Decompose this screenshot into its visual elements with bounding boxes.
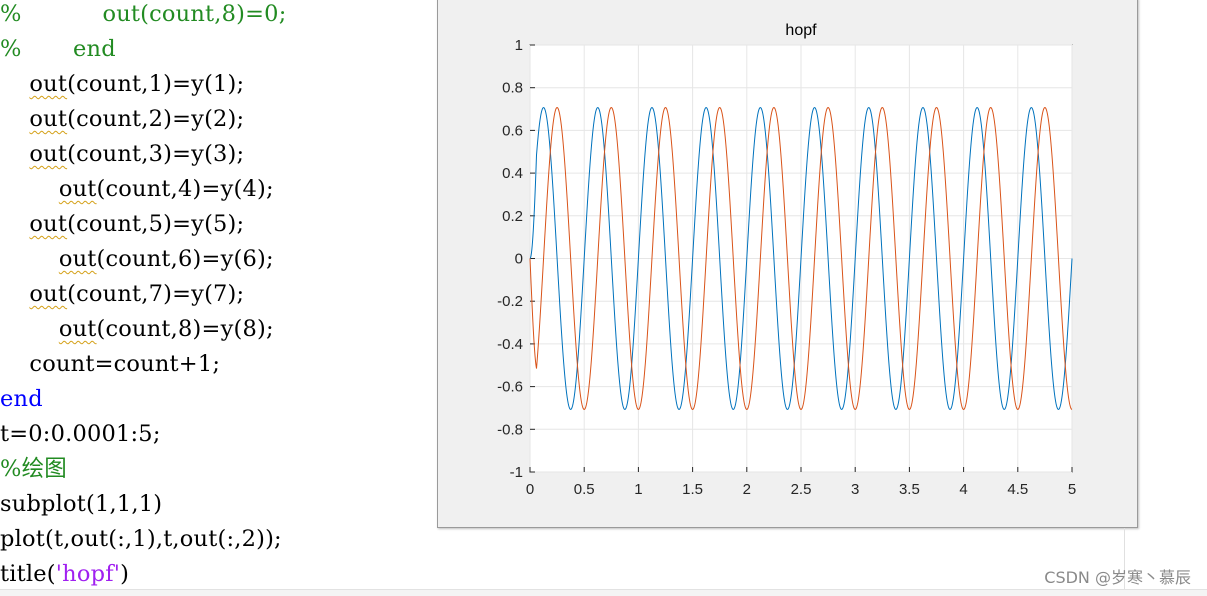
code-token: %绘图 [0, 456, 67, 482]
code-token: subplot(1,1,1) [0, 491, 163, 517]
code-line[interactable]: out(count,7)=y(7); [0, 277, 244, 311]
y-tick-label: -0.6 [497, 379, 523, 396]
code-token: end [0, 386, 43, 412]
y-tick-label: 0 [515, 251, 523, 268]
code-token: out [58, 246, 97, 272]
y-tick-label: 1 [515, 37, 523, 54]
code-token: (count,6)=y(6); [96, 246, 274, 272]
code-token: (count,5)=y(5); [67, 211, 245, 237]
code-token: count=count+1; [0, 351, 221, 377]
code-token: 'hopf' [55, 561, 121, 587]
y-tick-label: -1 [510, 464, 523, 481]
code-line[interactable]: title('hopf') [0, 557, 129, 591]
code-line[interactable]: out(count,5)=y(5); [0, 207, 244, 241]
x-tick-label: 0 [526, 481, 534, 498]
code-line[interactable]: out(count,8)=y(8); [0, 312, 274, 346]
code-token: t=0:0.0001:5; [0, 421, 161, 447]
code-token: title( [0, 561, 56, 587]
x-tick-label: 5 [1068, 481, 1076, 498]
code-token: (count,4)=y(4); [96, 176, 274, 202]
code-line[interactable]: plot(t,out(:,1),t,out(:,2)); [0, 522, 282, 556]
code-line[interactable]: % end [0, 32, 116, 66]
y-tick-label: 0.4 [502, 165, 523, 182]
x-tick-label: 0.5 [574, 481, 595, 498]
code-line[interactable]: out(count,2)=y(2); [0, 102, 244, 136]
code-editor[interactable]: % out(count,8)=0;% end out(count,1)=y(1)… [0, 0, 440, 596]
hopf-plot: 0 0.5 1 1.5 2 2.5 3 3.5 4 4.5 5 1 0.8 0.6 0.4 0.2 0 -0.2 -… [497, 22, 1076, 498]
y-tick-label: -0.2 [497, 293, 523, 310]
status-strip [0, 589, 1207, 596]
x-tick-label: 1.5 [682, 481, 703, 498]
code-token: (count,2)=y(2); [67, 106, 245, 132]
code-line[interactable]: count=count+1; [0, 347, 220, 381]
x-tick-label: 2.5 [791, 481, 812, 498]
code-line[interactable]: %绘图 [0, 452, 67, 486]
code-line[interactable]: % out(count,8)=0; [0, 0, 286, 31]
code-line[interactable]: subplot(1,1,1) [0, 487, 162, 521]
chart-title: hopf [785, 22, 817, 39]
code-token: out [58, 176, 97, 202]
x-tick-label: 1 [634, 481, 642, 498]
code-line[interactable]: end [0, 382, 43, 416]
code-token: (count,1)=y(1); [67, 71, 245, 97]
x-tick-label: 4.5 [1007, 481, 1028, 498]
x-tick-label: 2 [743, 481, 751, 498]
code-line[interactable]: out(count,3)=y(3); [0, 137, 244, 171]
code-token: out [29, 71, 68, 97]
code-token: out [29, 211, 68, 237]
code-token: (count,8)=y(8); [96, 316, 274, 342]
y-tick-label: 0.2 [502, 208, 523, 225]
y-tick-label: 0.6 [502, 122, 523, 139]
code-token: % end [0, 36, 116, 62]
code-line[interactable]: out(count,1)=y(1); [0, 67, 244, 101]
code-line[interactable]: out(count,6)=y(6); [0, 242, 274, 276]
code-token: out [58, 316, 97, 342]
code-token: plot(t,out(:,1),t,out(:,2)); [0, 526, 282, 552]
code-token: % out(count,8)=0; [0, 1, 287, 27]
watermark: CSDN @岁寒丶慕辰 [1044, 568, 1191, 587]
code-line[interactable]: t=0:0.0001:5; [0, 417, 161, 451]
y-tick-label: -0.8 [497, 421, 523, 438]
code-line[interactable]: out(count,4)=y(4); [0, 172, 274, 206]
figure-window[interactable]: 0 0.5 1 1.5 2 2.5 3 3.5 4 4.5 5 1 0.8 0.6 0.4 0.2 0 -0.2 -… [437, 0, 1138, 528]
code-token: out [29, 281, 68, 307]
x-tick-label: 3 [851, 481, 859, 498]
code-token: out [29, 141, 68, 167]
x-tick-label: 4 [959, 481, 967, 498]
y-tick-label: -0.4 [497, 336, 523, 353]
code-token: ) [120, 561, 130, 587]
y-tick-label: 0.8 [502, 80, 523, 97]
x-tick-label: 3.5 [899, 481, 920, 498]
code-token: (count,3)=y(3); [67, 141, 245, 167]
code-token: (count,7)=y(7); [67, 281, 245, 307]
code-token: out [29, 106, 68, 132]
